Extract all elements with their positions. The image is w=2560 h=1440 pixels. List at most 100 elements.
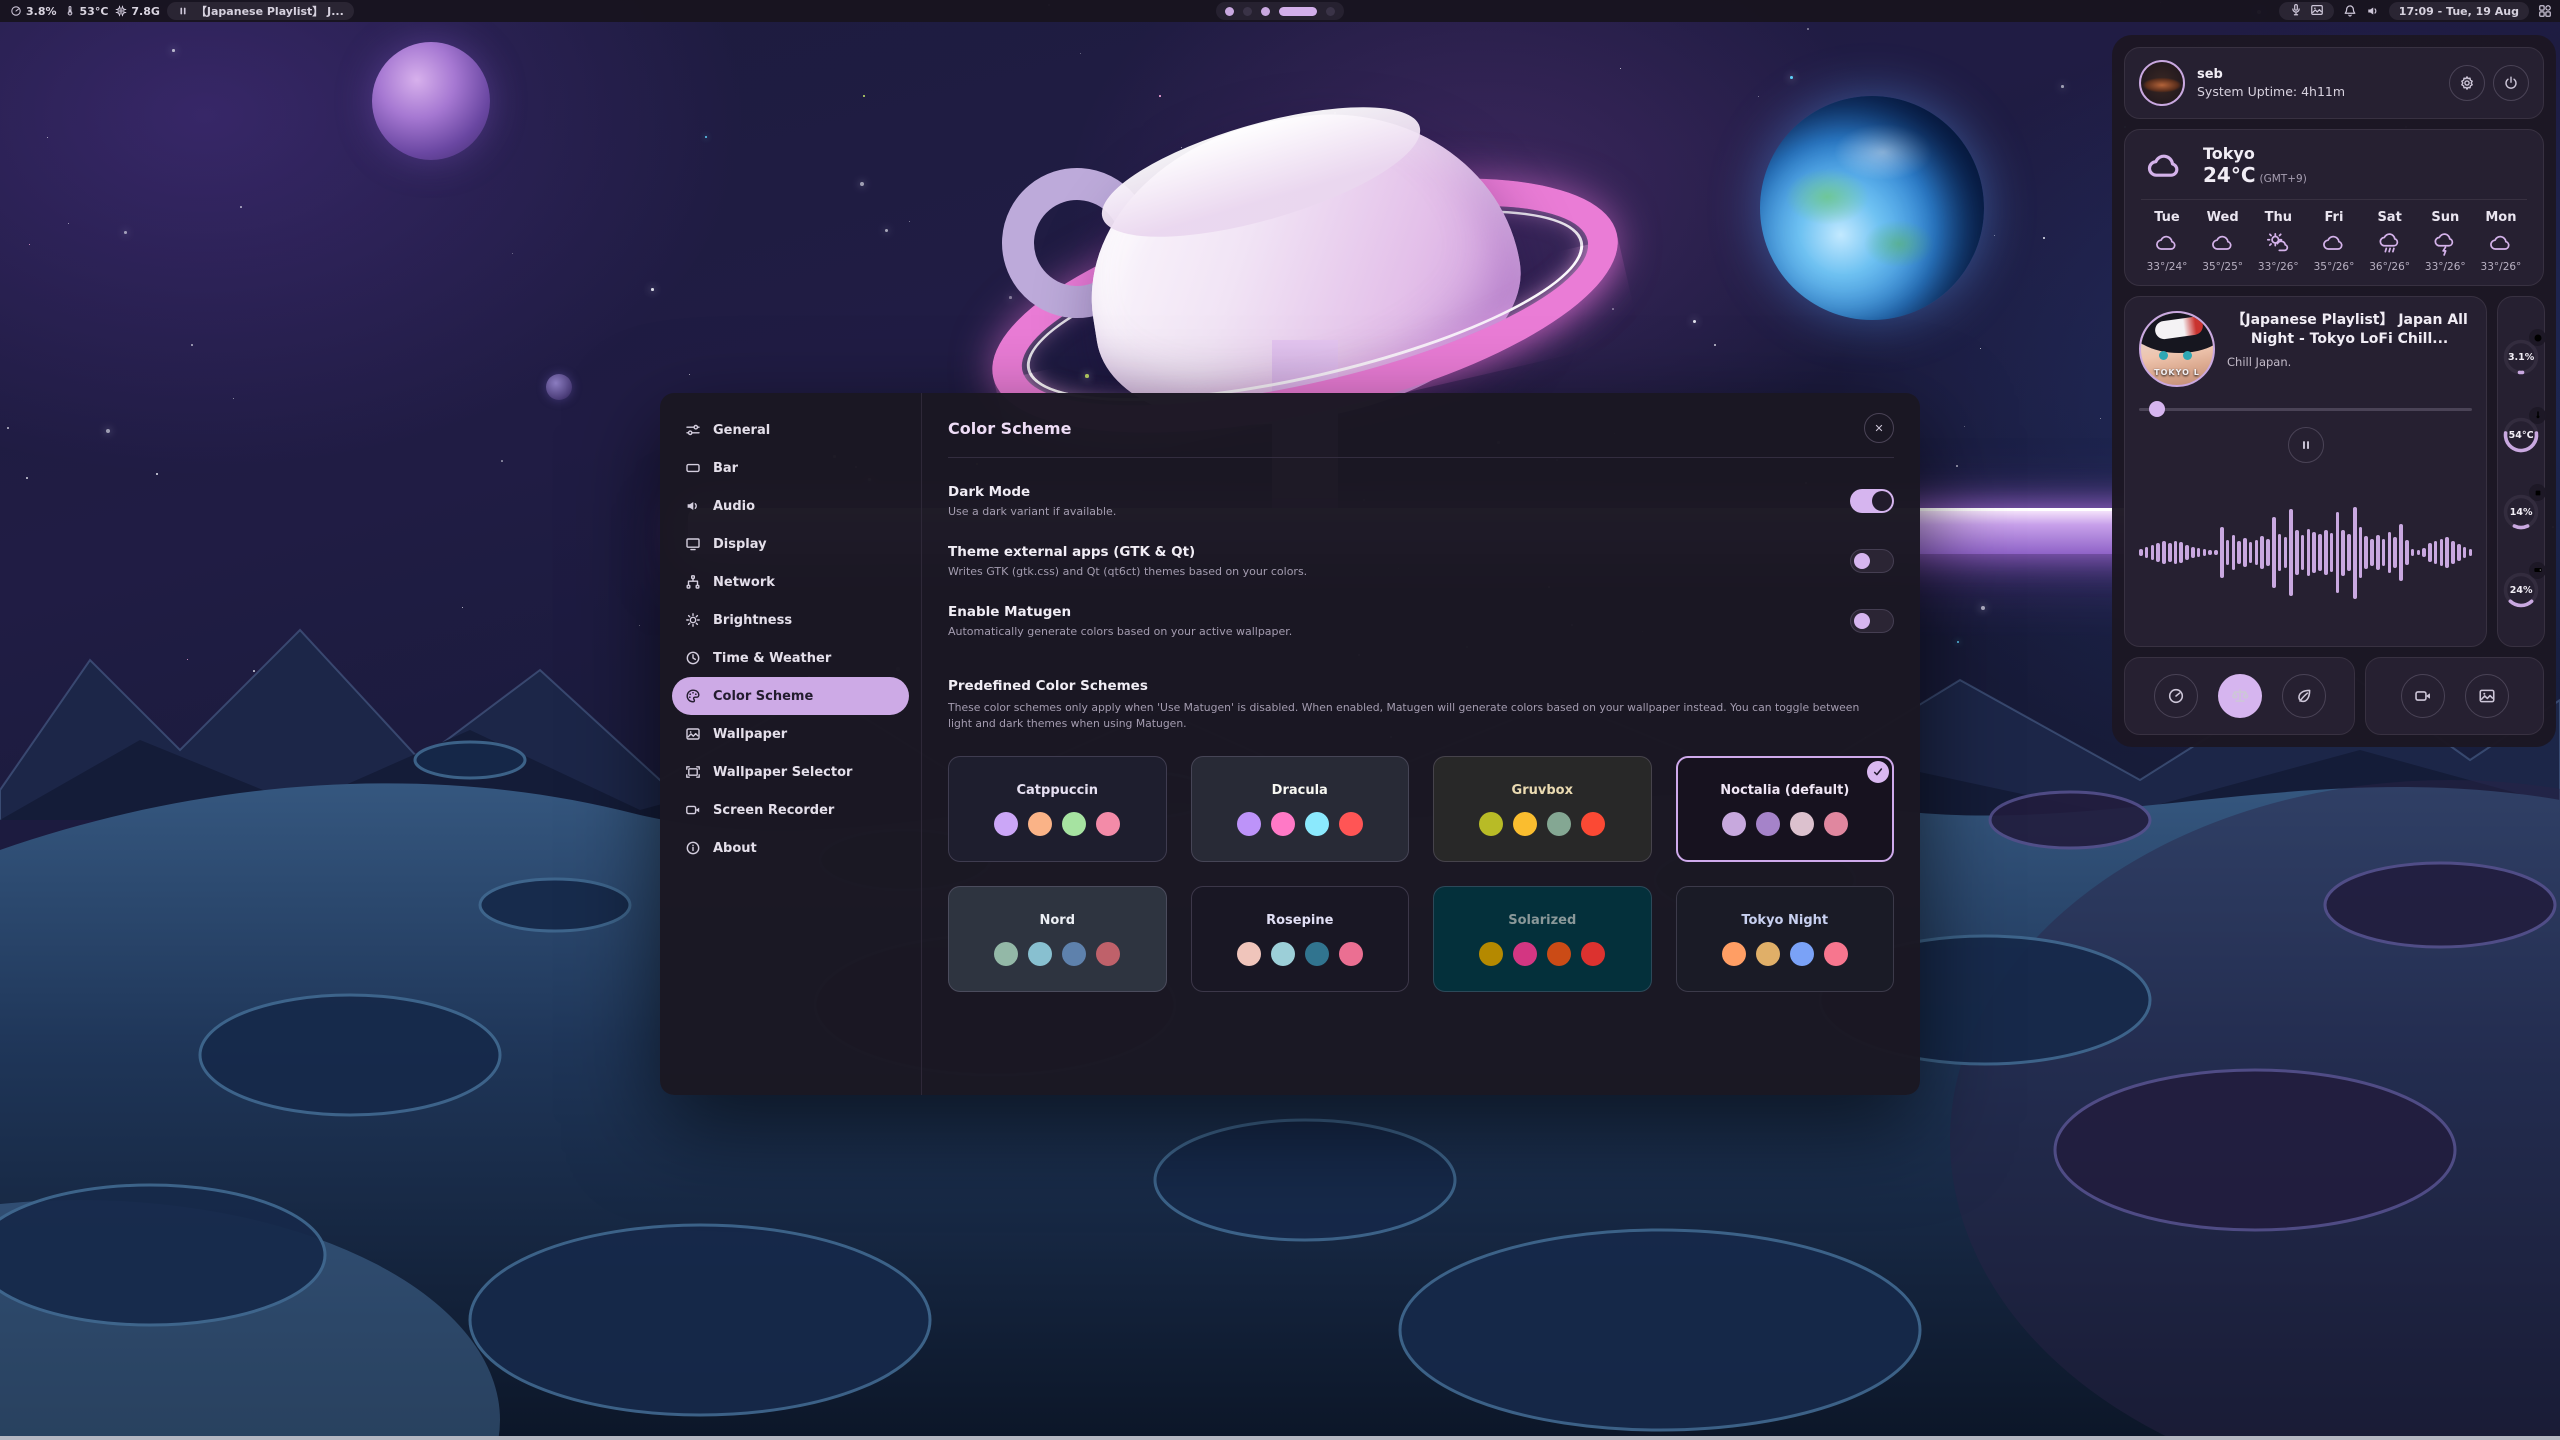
scheme-color-dot — [1479, 812, 1503, 836]
sidebar-item-wallpaper[interactable]: Wallpaper — [672, 715, 909, 753]
forecast-day-thu: Thu33°/26° — [2252, 210, 2304, 273]
video-icon — [2414, 687, 2432, 705]
scheme-card-catppuccin[interactable]: Catppuccin — [948, 756, 1167, 862]
sidebar-item-color-scheme[interactable]: Color Scheme — [672, 677, 909, 715]
sidebar-item-screen-recorder[interactable]: Screen Recorder — [672, 791, 909, 829]
scales-icon — [2231, 687, 2249, 705]
tool-button-wallpaper[interactable] — [2465, 674, 2509, 718]
speedometer-icon — [10, 5, 22, 17]
cpu-usage-stat: 3.8% — [10, 5, 57, 18]
scheme-color-dot — [1824, 942, 1848, 966]
tool-button-video[interactable] — [2401, 674, 2445, 718]
track-artist: Chill Japan. — [2227, 355, 2472, 369]
scheme-color-dot — [1547, 942, 1571, 966]
forecast-temps: 33°/26° — [2258, 261, 2299, 273]
sidebar-item-display[interactable]: Display — [672, 525, 909, 563]
visualizer-bar — [2359, 527, 2363, 578]
play-pause-button[interactable] — [2288, 427, 2324, 463]
sidebar-item-label: Color Scheme — [713, 689, 813, 704]
scheme-card-nord[interactable]: Nord — [948, 886, 1167, 992]
scheme-card-solarized[interactable]: Solarized — [1433, 886, 1652, 992]
app-grid-icon[interactable] — [2538, 4, 2552, 18]
scheme-color-dot — [1756, 942, 1780, 966]
scheme-name: Rosepine — [1266, 913, 1333, 928]
memory-stat: 7.8G — [115, 5, 160, 18]
sidebar-item-network[interactable]: Network — [672, 563, 909, 601]
settings-sidebar: GeneralBarAudioDisplayNetwork Brightness T… — [660, 393, 922, 1095]
scheme-card-dracula[interactable]: Dracula — [1191, 756, 1410, 862]
speaker-icon[interactable] — [2366, 4, 2380, 18]
scheme-name: Gruvbox — [1512, 783, 1573, 798]
workspace-1-occupied[interactable] — [1225, 7, 1234, 16]
profile-button-scales[interactable] — [2218, 674, 2262, 718]
sidebar-item-general[interactable]: General — [672, 411, 909, 449]
sidebar-item-wallpaper-selector[interactable]: Wallpaper Selector — [672, 753, 909, 791]
toggle-enable-matugen[interactable] — [1850, 609, 1894, 633]
scheme-color-dot — [1722, 942, 1746, 966]
setting-subtitle: Automatically generate colors based on y… — [948, 625, 1292, 638]
visualizer-bar — [2284, 537, 2288, 568]
progress-knob[interactable] — [2149, 401, 2165, 417]
scheme-name: Solarized — [1508, 913, 1576, 928]
sidebar-item-about[interactable]: About — [672, 829, 909, 867]
visualizer-bar — [2203, 549, 2207, 555]
toggle-dark-mode[interactable] — [1850, 489, 1894, 513]
scheme-color-dot — [1271, 812, 1295, 836]
visualizer-bar — [2312, 532, 2316, 572]
side-panel: seb System Uptime: 4h11m Tokyo 24°C(GMT+… — [2112, 35, 2556, 747]
workspace-5-empty[interactable] — [1326, 7, 1335, 16]
profile-button-leaf[interactable] — [2282, 674, 2326, 718]
scheme-card-rosepine[interactable]: Rosepine — [1191, 886, 1410, 992]
visualizer-bar — [2162, 541, 2166, 563]
media-progress-bar[interactable] — [2139, 401, 2472, 417]
clock-pill[interactable]: 17:09 - Tue, 19 Aug — [2389, 2, 2529, 20]
media-pill[interactable]: 【Japanese Playlist】 J... — [167, 2, 354, 20]
workspace-indicator — [1216, 2, 1344, 20]
tray-mic-icon[interactable] — [2289, 3, 2303, 20]
toggle-theme-external-apps-gtk-qt-[interactable] — [1850, 549, 1894, 573]
power-button[interactable] — [2493, 65, 2529, 101]
workspace-4-active[interactable] — [1279, 7, 1317, 16]
visualizer-bar — [2347, 534, 2351, 571]
close-button[interactable] — [1864, 413, 1894, 443]
bottom-edge-strip — [0, 1436, 2560, 1440]
visualizer-bar — [2393, 537, 2397, 568]
scheme-card-gruvbox[interactable]: Gruvbox — [1433, 756, 1652, 862]
workspace-2-empty[interactable] — [1243, 7, 1252, 16]
profile-button-speedometer[interactable] — [2154, 674, 2198, 718]
visualizer-bar — [2382, 539, 2386, 567]
sidebar-item-time-weather[interactable]: Time & Weather — [672, 639, 909, 677]
tray-wallpaper-icon[interactable] — [2310, 3, 2324, 20]
cloud-icon — [2141, 146, 2189, 186]
visualizer-bar — [2191, 547, 2195, 559]
wallpaper-selector-icon — [685, 764, 701, 780]
speedometer-icon — [2167, 687, 2185, 705]
visualizer-bar — [2255, 540, 2259, 566]
forecast-day-label: Sun — [2431, 210, 2459, 225]
forecast-day-label: Sat — [2377, 210, 2401, 225]
clock-icon — [685, 650, 701, 666]
bell-icon[interactable] — [2343, 4, 2357, 18]
scheme-card-tokyo-night[interactable]: Tokyo Night — [1676, 886, 1895, 992]
visualizer-bar — [2341, 530, 2345, 576]
sidebar-item-label: About — [713, 841, 757, 856]
forecast-day-mon: Mon33°/26° — [2475, 210, 2527, 273]
workspace-3-occupied[interactable] — [1261, 7, 1270, 16]
palette-icon — [685, 688, 701, 704]
divider — [2141, 199, 2527, 200]
scheme-color-dot — [1581, 942, 1605, 966]
forecast-temps: 33°/26° — [2425, 261, 2466, 273]
sidebar-item-bar[interactable]: Bar — [672, 449, 909, 487]
scheme-color-dot — [1028, 812, 1052, 836]
scheme-card-noctalia-default-[interactable]: Noctalia (default) — [1676, 756, 1895, 862]
forecast-day-label: Wed — [2207, 210, 2239, 225]
settings-button[interactable] — [2449, 65, 2485, 101]
sidebar-item-audio[interactable]: Audio — [672, 487, 909, 525]
weather-timezone: (GMT+9) — [2260, 173, 2307, 185]
sidebar-item-label: Wallpaper Selector — [713, 765, 852, 780]
sidebar-item-brightness[interactable]: Brightness — [672, 601, 909, 639]
weather-forecast: Tue33°/24°Wed35°/25°Thu33°/26°Fri35°/26°… — [2141, 210, 2527, 273]
sidebar-item-label: Brightness — [713, 613, 792, 628]
visualizer-bar — [2243, 538, 2247, 567]
scheme-color-dot — [1028, 942, 1052, 966]
